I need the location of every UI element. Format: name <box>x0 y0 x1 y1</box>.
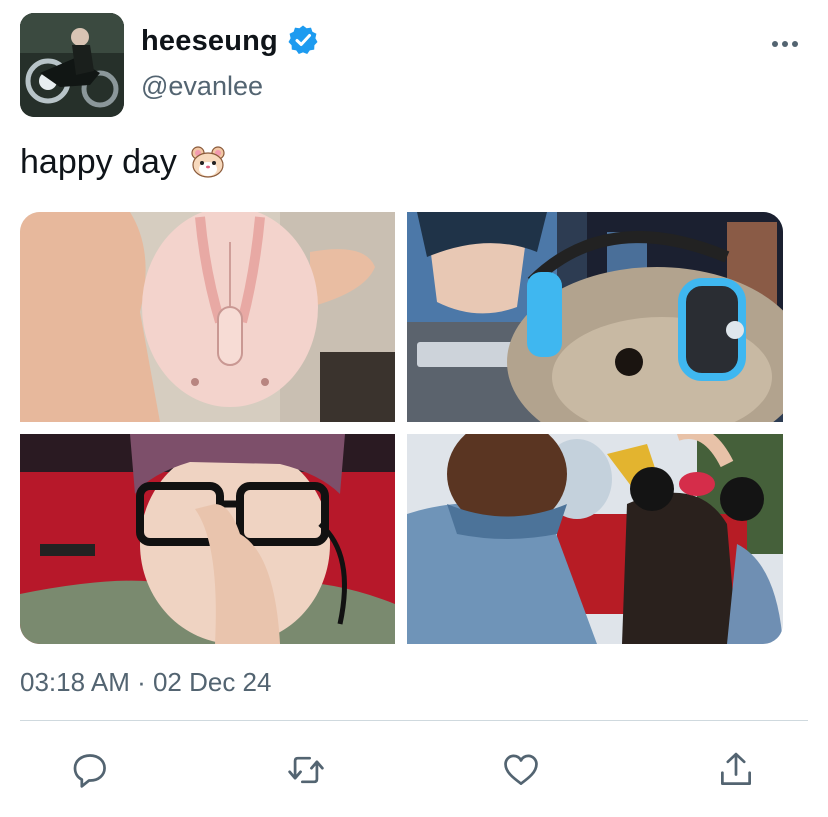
tweet-text-content: happy day <box>20 143 177 181</box>
selfie-glasses-photo[interactable] <box>20 434 395 644</box>
user-handle[interactable]: @evanlee <box>141 70 263 102</box>
share-button[interactable] <box>714 748 758 792</box>
display-name[interactable]: heeseung <box>141 24 278 58</box>
avatar[interactable] <box>20 13 124 117</box>
retweet-icon <box>288 756 324 784</box>
couple-amusement-park-photo[interactable] <box>407 434 783 644</box>
divider <box>20 720 808 721</box>
media-grid <box>20 212 783 644</box>
share-icon <box>721 752 751 785</box>
reply-button[interactable] <box>68 748 112 792</box>
retweet-button[interactable] <box>284 748 328 792</box>
pink-mouse-photo[interactable] <box>20 212 395 422</box>
tweet-timestamp[interactable]: 03:18 AM · 02 Dec 24 <box>20 666 271 698</box>
hamster-face-emoji-icon <box>189 143 227 181</box>
avatar-image <box>20 13 124 117</box>
like-icon <box>504 754 538 785</box>
hamster-headphones-photo[interactable] <box>407 212 783 422</box>
tweet-text: happy day <box>20 142 227 182</box>
more-dots-icon <box>772 41 798 47</box>
reply-icon <box>73 754 106 788</box>
verified-badge-icon <box>287 24 319 56</box>
like-button[interactable] <box>499 748 543 792</box>
more-options-button[interactable] <box>768 32 802 56</box>
